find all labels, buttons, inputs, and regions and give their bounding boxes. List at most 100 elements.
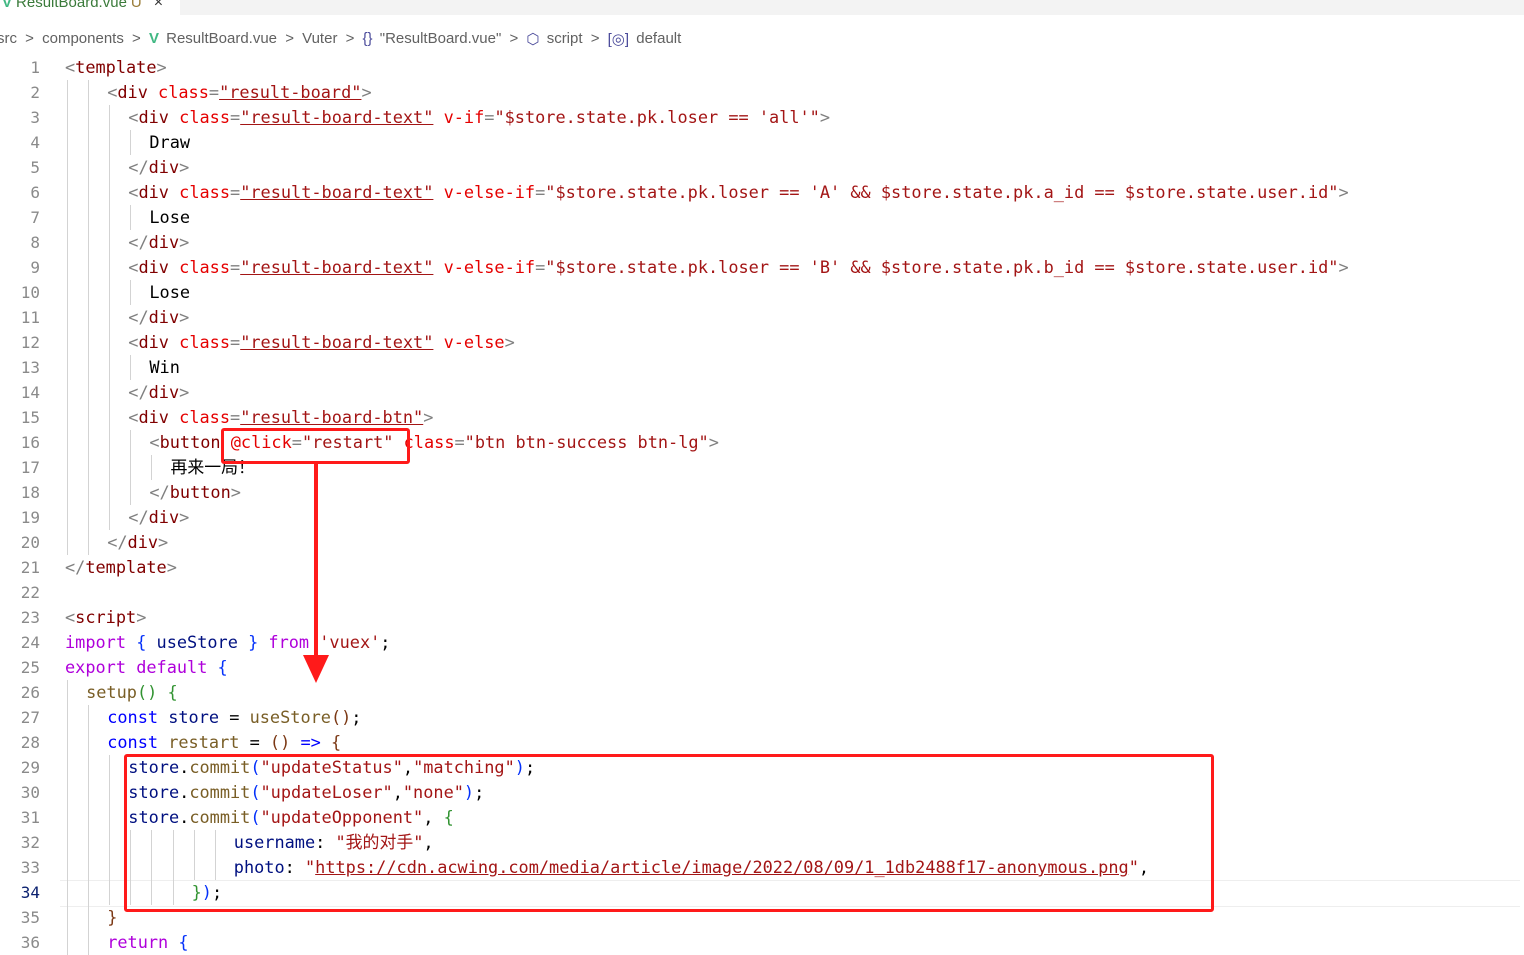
indent-guide xyxy=(67,755,68,780)
code-line[interactable]: return { xyxy=(107,930,188,955)
indent-guide xyxy=(67,880,68,905)
code-line[interactable]: <div class="result-board-text" v-else> xyxy=(128,330,514,355)
tab-filename: ResultBoard.vue xyxy=(16,0,127,11)
breadcrumb-item-default[interactable]: default xyxy=(636,30,681,47)
indent-guide xyxy=(88,705,90,730)
line-number: 11 xyxy=(20,308,40,327)
breadcrumb: src > components > V ResultBoard.vue > V… xyxy=(0,30,1524,52)
indent-guide xyxy=(88,780,90,805)
code-line[interactable]: <div class="result-board-text" v-else-if… xyxy=(128,180,1348,205)
breadcrumb-item-vuter[interactable]: Vuter xyxy=(302,30,337,47)
code-token: "result-board-text" xyxy=(240,257,434,277)
code-token: class xyxy=(179,107,231,127)
code-token: () xyxy=(269,732,291,752)
code-line[interactable]: setup() { xyxy=(86,680,178,705)
breadcrumb-item-file[interactable]: ResultBoard.vue xyxy=(166,30,277,47)
code-line[interactable]: Win xyxy=(149,355,180,380)
line-number: 13 xyxy=(20,358,40,377)
object-braces-icon: {} xyxy=(362,30,373,47)
line-number: 18 xyxy=(20,483,40,502)
code-line[interactable]: const restart = () => { xyxy=(107,730,341,755)
code-token: export xyxy=(65,657,127,677)
indent-guide xyxy=(67,930,68,955)
code-line[interactable]: import { useStore } from 'vuex'; xyxy=(65,630,390,655)
indent-guide xyxy=(109,130,111,155)
indent-guide xyxy=(67,180,68,205)
code-line[interactable]: <div class="result-board-text" v-if="$st… xyxy=(128,105,830,130)
indent-guide xyxy=(67,455,68,480)
code-token: > xyxy=(136,607,147,627)
code-line[interactable]: </div> xyxy=(128,305,189,330)
indent-guide xyxy=(67,505,68,530)
indent-guide xyxy=(67,255,68,280)
indent-guide xyxy=(88,930,90,955)
code-token: template xyxy=(75,57,157,77)
code-token: = xyxy=(239,732,270,752)
line-number: 14 xyxy=(20,383,40,402)
code-token: class xyxy=(179,257,231,277)
code-line[interactable]: Lose xyxy=(149,205,190,230)
indent-guide xyxy=(151,455,153,480)
code-line[interactable]: } xyxy=(107,905,117,930)
indent-guide xyxy=(88,755,90,780)
code-token: { xyxy=(217,657,228,677)
code-line[interactable]: const store = useStore(); xyxy=(107,705,361,730)
line-number: 6 xyxy=(30,183,40,202)
line-number: 35 xyxy=(20,908,40,927)
editor-tab-resultboard[interactable]: V ResultBoard.vue U × xyxy=(0,0,180,15)
code-line[interactable]: </div> xyxy=(128,230,189,255)
code-token: </ xyxy=(149,482,170,502)
code-line[interactable]: <div class="result-board"> xyxy=(107,80,371,105)
indent-guide xyxy=(109,755,111,780)
breadcrumb-item-component[interactable]: "ResultBoard.vue" xyxy=(380,30,502,47)
code-line[interactable]: </template> xyxy=(65,555,177,580)
close-icon[interactable]: × xyxy=(154,0,163,11)
code-line[interactable]: </div> xyxy=(107,530,168,555)
code-line[interactable]: Lose xyxy=(149,280,190,305)
indent-guide xyxy=(109,780,111,805)
line-number: 2 xyxy=(30,83,40,102)
breadcrumb-item-src[interactable]: src xyxy=(0,30,17,47)
code-line[interactable]: <script> xyxy=(65,605,146,630)
code-token: = xyxy=(484,107,495,127)
code-line[interactable]: Draw xyxy=(149,130,190,155)
line-number: 23 xyxy=(20,608,40,627)
code-token: < xyxy=(149,432,160,452)
code-token: = xyxy=(535,257,546,277)
indent-guide xyxy=(88,405,90,430)
code-token: v-if xyxy=(443,107,485,127)
indent-guide xyxy=(109,230,111,255)
code-line[interactable]: </div> xyxy=(128,155,189,180)
code-token: "result-board-text" xyxy=(240,332,434,352)
indent-guide xyxy=(88,880,90,905)
code-token: > xyxy=(179,382,190,402)
code-token: div xyxy=(138,257,169,277)
code-token: </ xyxy=(65,557,86,577)
code-line[interactable]: </div> xyxy=(128,380,189,405)
breadcrumb-item-script[interactable]: script xyxy=(547,30,583,47)
code-line[interactable]: export default { xyxy=(65,655,228,680)
code-line[interactable]: <template> xyxy=(65,55,167,80)
code-line[interactable]: </button> xyxy=(149,480,241,505)
code-token: div xyxy=(138,407,169,427)
code-line[interactable]: <div class="result-board-btn"> xyxy=(128,405,433,430)
code-token: = xyxy=(208,82,220,102)
code-line[interactable]: <div class="result-board-text" v-else-if… xyxy=(128,255,1348,280)
code-token: } xyxy=(248,632,259,652)
line-number: 16 xyxy=(20,433,40,452)
breadcrumb-item-components[interactable]: components xyxy=(42,30,124,47)
annotation-box-restart-body xyxy=(124,754,1214,912)
code-token: "result-board" xyxy=(219,82,362,102)
code-line[interactable]: </div> xyxy=(128,505,189,530)
indent-guide xyxy=(67,530,68,555)
code-token: = xyxy=(230,407,241,427)
indent-guide xyxy=(67,905,68,930)
indent-guide xyxy=(88,830,90,855)
chevron-right-icon: > xyxy=(132,30,141,47)
